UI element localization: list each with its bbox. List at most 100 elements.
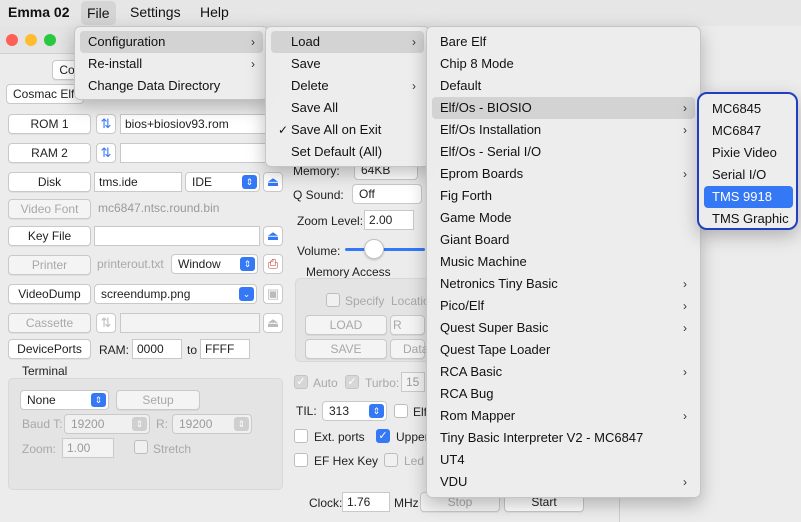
location-label: Locatio (391, 294, 430, 308)
printer-icon[interactable]: ⎙ (263, 254, 283, 274)
ram-to-field[interactable]: FFFF (200, 339, 250, 359)
disk-type-select[interactable]: IDE ⇕ (185, 172, 260, 192)
eject-icon[interactable]: ⏏ (263, 172, 283, 192)
device-ports-button[interactable]: DevicePorts (8, 339, 91, 359)
specify-checkbox[interactable] (326, 293, 340, 307)
menu-item-quest-super-basic[interactable]: Quest Super Basic › (432, 317, 695, 339)
video-font-button[interactable]: Video Font (8, 199, 91, 219)
til-select[interactable]: 313 ⇕ (322, 401, 387, 421)
printer-button[interactable]: Printer (8, 255, 91, 275)
video-dump-button[interactable]: VideoDump (8, 284, 91, 304)
rom1-button[interactable]: ROM 1 (8, 114, 91, 134)
ram2-button[interactable]: RAM 2 (8, 143, 91, 163)
clock-field[interactable]: 1.76 (342, 492, 390, 512)
ext-ports-checkbox[interactable] (294, 429, 308, 443)
auto-checkbox[interactable]: ✓ (294, 375, 308, 389)
baud-r-select[interactable]: 19200 ⇕ (172, 414, 252, 434)
swap-icon[interactable]: ⇅ (96, 313, 116, 333)
menu-item-pixie-video[interactable]: Pixie Video (704, 142, 793, 164)
menu-item-elfos-installation[interactable]: Elf/Os Installation › (432, 119, 695, 141)
menu-item-set-default-all[interactable]: Set Default (All) (271, 141, 424, 163)
machine-select[interactable]: Cosmac Elf (6, 84, 84, 104)
swap-icon[interactable]: ⇅ (96, 114, 116, 134)
ext-ports-label: Ext. ports (314, 430, 365, 444)
stretch-checkbox[interactable] (134, 440, 148, 454)
menu-item-rom-mapper[interactable]: Rom Mapper › (432, 405, 695, 427)
menu-item-chip8-mode[interactable]: Chip 8 Mode (432, 53, 695, 75)
video-dump-select[interactable]: screendump.png ⌄ (94, 284, 257, 304)
menu-item-delete[interactable]: Delete › (271, 75, 424, 97)
menu-item-change-data-directory[interactable]: Change Data Directory (80, 75, 263, 97)
data-button[interactable]: Data (390, 339, 428, 359)
menu-item-eprom-boards[interactable]: Eprom Boards › (432, 163, 695, 185)
eject-icon[interactable]: ⏏ (263, 226, 283, 246)
cassette-field[interactable] (120, 313, 260, 333)
menu-item-reinstall[interactable]: Re-install › (80, 53, 263, 75)
menu-item-giant-board[interactable]: Giant Board (432, 229, 695, 251)
menu-item-serial-io[interactable]: Serial I/O (704, 164, 793, 186)
swap-icon[interactable]: ⇅ (96, 143, 116, 163)
menu-item-elfos-serial-io[interactable]: Elf/Os - Serial I/O (432, 141, 695, 163)
r-button[interactable]: R (390, 315, 425, 335)
ram-from-field[interactable]: 0000 (132, 339, 182, 359)
menu-item-configuration[interactable]: Configuration › (80, 31, 263, 53)
baud-t-select[interactable]: 19200 ⇕ (64, 414, 150, 434)
minimize-button[interactable] (25, 34, 37, 46)
key-file-button[interactable]: Key File (8, 226, 91, 246)
eject-icon[interactable]: ⏏ (263, 313, 283, 333)
menu-item-ut4[interactable]: UT4 (432, 449, 695, 471)
elf-checkbox[interactable] (394, 404, 408, 418)
menu-item-vdu[interactable]: VDU › (432, 471, 695, 493)
save-icon[interactable]: ▣ (263, 284, 283, 304)
menu-item-load[interactable]: Load › (271, 31, 424, 53)
disk-button[interactable]: Disk (8, 172, 91, 192)
menu-item-fig-forth[interactable]: Fig Forth (432, 185, 695, 207)
load-button[interactable]: LOAD (305, 315, 387, 335)
menu-item-tms-graphic[interactable]: TMS Graphic (704, 208, 793, 230)
zoom-button[interactable] (44, 34, 56, 46)
menu-item-mc6847[interactable]: MC6847 (704, 120, 793, 142)
menu-item-music-machine[interactable]: Music Machine (432, 251, 695, 273)
close-button[interactable] (6, 34, 18, 46)
menu-item-save-all[interactable]: Save All (271, 97, 424, 119)
menu-item-save[interactable]: Save (271, 53, 424, 75)
turbo-checkbox[interactable]: ✓ (345, 375, 359, 389)
ram2-field[interactable] (120, 143, 270, 163)
menu-item-pico-elf[interactable]: Pico/Elf › (432, 295, 695, 317)
printer-field[interactable]: printerout.txt (97, 257, 164, 271)
specify-label: Specify (345, 294, 385, 308)
key-file-field[interactable] (94, 226, 260, 246)
menu-item-default[interactable]: Default (432, 75, 695, 97)
printer-mode-select[interactable]: Window ⇕ (171, 254, 258, 274)
video-font-field[interactable]: mc6847.ntsc.round.bin (94, 199, 280, 219)
volume-slider-knob[interactable] (364, 239, 384, 259)
menu-item-rca-bug[interactable]: RCA Bug (432, 383, 695, 405)
terminal-type-select[interactable]: None ⇕ (20, 390, 109, 410)
settings-menu[interactable]: Settings (130, 4, 181, 20)
turbo-field[interactable]: 15 (401, 372, 425, 392)
menu-item-tms9918[interactable]: TMS 9918 (704, 186, 793, 208)
file-menu[interactable]: File (81, 1, 116, 25)
zoom-level-field[interactable]: 2.00 (364, 210, 414, 230)
help-menu[interactable]: Help (200, 4, 229, 20)
menu-item-quest-tape-loader[interactable]: Quest Tape Loader (432, 339, 695, 361)
menu-item-rca-basic[interactable]: RCA Basic › (432, 361, 695, 383)
disk-field[interactable]: tms.ide (94, 172, 182, 192)
menu-item-elfos-biosio[interactable]: Elf/Os - BIOSIO › (432, 97, 695, 119)
menu-item-game-mode[interactable]: Game Mode (432, 207, 695, 229)
upper-checkbox[interactable]: ✓ (376, 429, 390, 443)
terminal-setup-button[interactable]: Setup (116, 390, 200, 410)
menu-item-mc6845[interactable]: MC6845 (704, 98, 793, 120)
cassette-button[interactable]: Cassette (8, 313, 91, 333)
menu-item-bare-elf[interactable]: Bare Elf (432, 31, 695, 53)
ef-hex-key-checkbox[interactable] (294, 453, 308, 467)
menu-item-tiny-basic-interpreter[interactable]: Tiny Basic Interpreter V2 - MC6847 (432, 427, 695, 449)
save-mem-button[interactable]: SAVE (305, 339, 387, 359)
q-sound-select[interactable]: Off (352, 184, 422, 204)
rom1-field[interactable]: bios+biosiov93.rom (120, 114, 270, 134)
terminal-zoom-field[interactable]: 1.00 (62, 438, 114, 458)
app-menu[interactable]: Emma 02 (8, 4, 69, 20)
menu-item-save-all-on-exit[interactable]: ✓ Save All on Exit (271, 119, 424, 141)
led-checkbox[interactable] (384, 453, 398, 467)
menu-item-netronics-tiny-basic[interactable]: Netronics Tiny Basic › (432, 273, 695, 295)
